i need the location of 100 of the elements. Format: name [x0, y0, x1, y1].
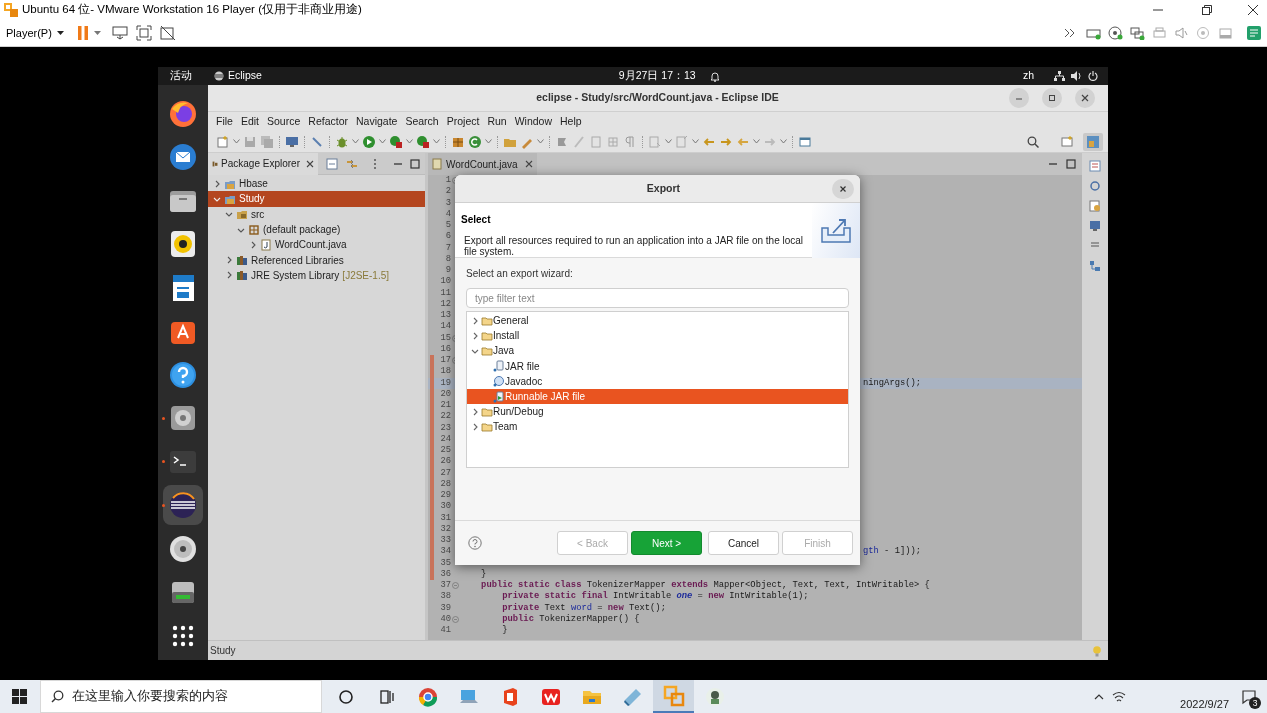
dialog-button[interactable]: Cancel [708, 531, 779, 555]
wifi-icon[interactable] [1112, 690, 1127, 703]
tree-item[interactable]: src [208, 206, 425, 222]
bug-icon[interactable] [335, 134, 349, 149]
minimize-button[interactable] [1009, 88, 1029, 108]
caret-icon[interactable] [780, 139, 787, 144]
app-menu[interactable]: Eclipse [214, 68, 262, 84]
speaker-icon[interactable] [1174, 26, 1189, 40]
menu-item[interactable]: Project [442, 113, 484, 130]
player-menu[interactable]: Player(P) [6, 24, 64, 42]
open-perspective-icon[interactable] [1060, 134, 1074, 149]
caret-icon[interactable] [537, 139, 544, 144]
caret-icon[interactable] [485, 139, 492, 144]
console-icon[interactable] [1088, 219, 1102, 233]
new-icon[interactable] [216, 134, 230, 149]
pause-icon[interactable] [77, 26, 88, 40]
close-button[interactable] [1075, 88, 1095, 108]
line-number: 2 [444, 186, 451, 198]
line-number: 30 [439, 501, 451, 513]
pin-icon[interactable] [310, 134, 324, 149]
maximize-icon[interactable] [1066, 159, 1076, 169]
tree-item[interactable]: Install [467, 328, 848, 344]
tree-item[interactable]: Study [208, 191, 425, 207]
caret-icon[interactable] [692, 139, 699, 144]
lightbulb-icon[interactable] [1092, 644, 1102, 657]
menu-item[interactable]: File [212, 113, 237, 130]
menu-item[interactable]: Edit [236, 113, 263, 130]
message-icon[interactable] [1246, 25, 1262, 41]
view-menu-icon[interactable] [373, 157, 377, 170]
caret-icon[interactable] [93, 31, 101, 35]
power-icon[interactable] [1088, 71, 1098, 81]
class-icon[interactable] [468, 134, 482, 149]
external-tool-icon[interactable] [416, 134, 430, 149]
menu-item[interactable]: Navigate [352, 113, 402, 130]
hierarchy-icon[interactable] [1088, 259, 1102, 273]
caret-icon[interactable] [406, 139, 413, 144]
menu-item[interactable]: Source [263, 113, 305, 130]
globe-icon [416, 685, 439, 708]
tree-item[interactable]: WordCount.java [208, 237, 425, 253]
javadoc-icon[interactable] [1088, 199, 1102, 213]
search-icon[interactable] [1027, 135, 1039, 148]
unity-icon[interactable] [159, 25, 176, 41]
outline-icon[interactable] [1088, 159, 1102, 173]
windows-logo-icon[interactable] [12, 689, 27, 704]
tree-item[interactable]: (default package) [208, 221, 425, 238]
close-icon[interactable] [306, 159, 314, 168]
link-icon[interactable] [345, 157, 359, 170]
tree-item[interactable]: Referenced Libraries [208, 252, 425, 268]
play-icon[interactable] [362, 134, 376, 149]
dock-item[interactable] [163, 485, 203, 526]
clock[interactable]: 9月27日 17：13 [618, 68, 696, 84]
close-icon[interactable] [1248, 5, 1258, 15]
tree-item[interactable]: Team [467, 419, 848, 435]
send-keys-icon[interactable] [111, 26, 128, 40]
tree-item[interactable]: Runnable JAR file [467, 388, 848, 405]
at-icon[interactable] [1088, 179, 1102, 193]
help-icon[interactable] [468, 536, 482, 550]
fit-screen-icon[interactable] [135, 25, 152, 41]
collapse-all-icon[interactable] [326, 157, 338, 170]
editor-tab[interactable]: WordCount.java [428, 153, 537, 175]
monitor-icon[interactable] [285, 134, 299, 149]
menu-item[interactable]: Search [401, 113, 443, 130]
activities-button[interactable]: 活动 [170, 68, 192, 84]
maximize-icon[interactable] [410, 158, 420, 169]
caret-up-icon[interactable] [1094, 693, 1105, 700]
tree-item[interactable]: Javadoc [467, 373, 848, 389]
search-field[interactable]: 在这里输入你要搜索的内容 [40, 680, 322, 713]
restore-icon[interactable] [1202, 5, 1212, 15]
menu-item[interactable]: Help [556, 113, 586, 130]
vmware-icon [662, 684, 685, 707]
run-tool-icon[interactable] [389, 134, 403, 149]
caret-icon[interactable] [352, 139, 359, 144]
menu-item[interactable]: Refactor [304, 113, 352, 130]
network-icon[interactable] [1054, 71, 1065, 81]
view-tab[interactable]: Package Explorer [208, 152, 318, 175]
caret-icon[interactable] [233, 139, 240, 144]
tree-item[interactable]: Java [467, 343, 848, 359]
cd-icon[interactable] [1108, 26, 1123, 40]
tree-item[interactable]: General [467, 313, 848, 329]
menu-item[interactable]: Window [510, 113, 557, 130]
volume-icon[interactable] [1071, 71, 1082, 81]
bell-icon[interactable] [709, 70, 720, 82]
drive-icon[interactable] [1218, 26, 1233, 40]
caret-icon[interactable] [665, 139, 672, 144]
line-number: 36 [439, 568, 451, 580]
tree-item[interactable]: JRE System Library [J2SE-1.5] [208, 267, 425, 284]
window-icon[interactable] [798, 134, 812, 149]
caret-icon[interactable] [379, 139, 386, 144]
notification-icon[interactable] [1241, 688, 1257, 705]
perspective-button[interactable] [1083, 132, 1103, 151]
caret-icon[interactable] [753, 139, 760, 144]
tree-item[interactable]: Hbase [208, 176, 425, 192]
menu-item[interactable]: Run [483, 113, 511, 130]
restore-button[interactable] [1042, 88, 1062, 108]
input-method-indicator[interactable]: zh [1022, 68, 1034, 84]
caret-icon[interactable] [433, 139, 440, 144]
notification-badge: 3 [1249, 697, 1261, 709]
tree-item[interactable]: JAR file [467, 358, 848, 374]
filter-field[interactable]: type filter text [466, 288, 849, 308]
tree-item[interactable]: Run/Debug [467, 404, 848, 420]
